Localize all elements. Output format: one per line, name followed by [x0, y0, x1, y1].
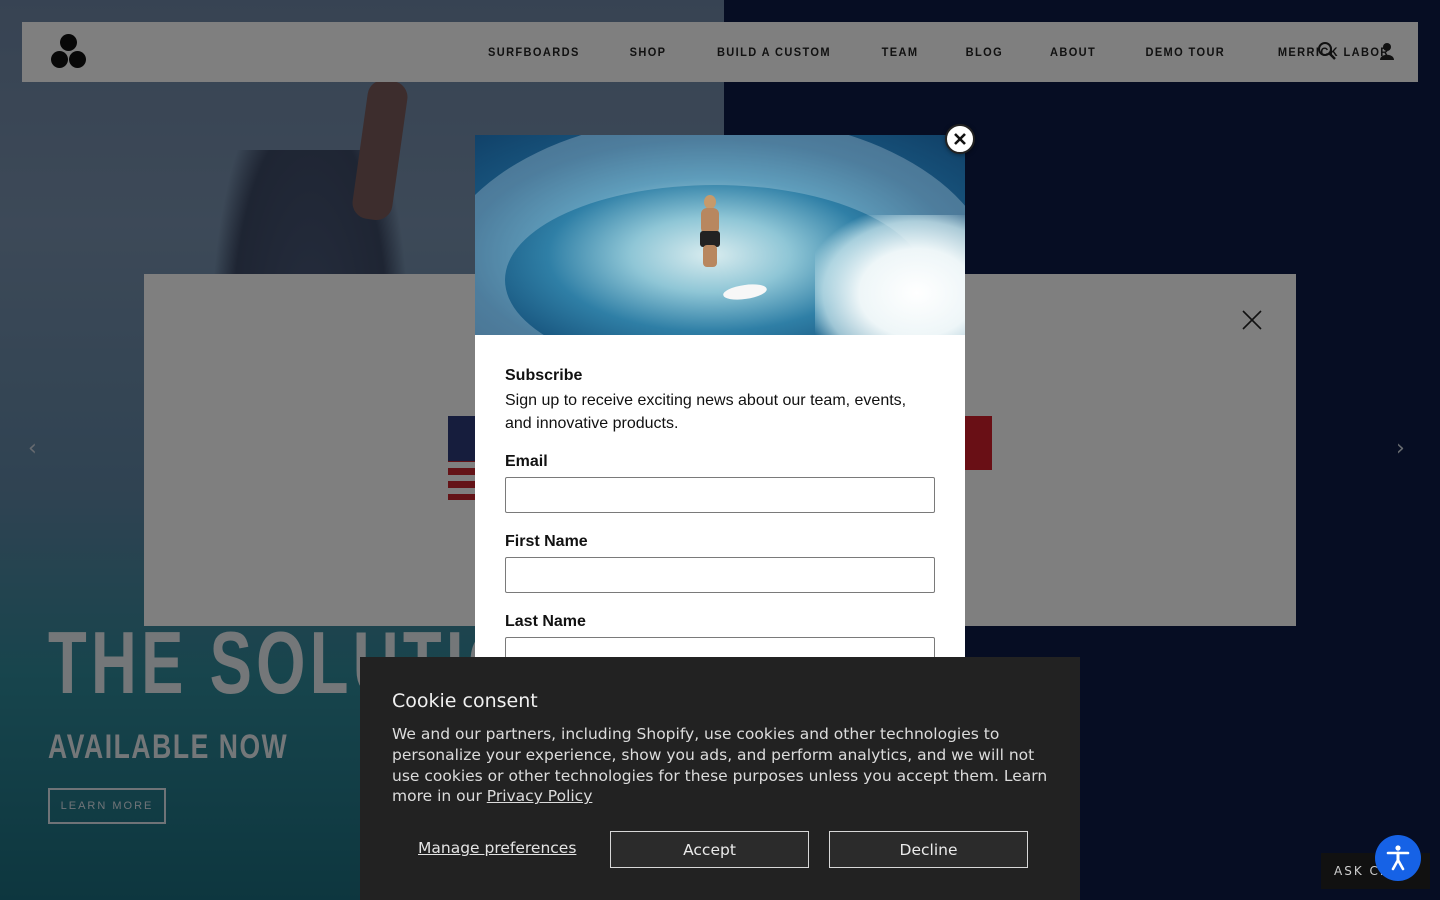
- cookie-title: Cookie consent: [392, 690, 538, 712]
- accept-button[interactable]: Accept: [610, 831, 809, 868]
- subscribe-heading: Subscribe: [505, 367, 583, 384]
- last-name-label: Last Name: [505, 613, 586, 630]
- first-name-label: First Name: [505, 533, 588, 550]
- subscribe-modal: Subscribe Sign up to receive exciting ne…: [475, 135, 965, 657]
- wave-surfer-image: [475, 135, 965, 335]
- cookie-description: We and our partners, including Shopify, …: [392, 724, 1052, 807]
- manage-preferences-link[interactable]: Manage preferences: [418, 839, 576, 857]
- email-label: Email: [505, 453, 548, 470]
- email-field[interactable]: [505, 477, 935, 513]
- subscribe-form: Subscribe Sign up to receive exciting ne…: [505, 367, 935, 657]
- first-name-field[interactable]: [505, 557, 935, 593]
- subscribe-intro: Sign up to receive exciting news about o…: [505, 392, 907, 432]
- close-icon[interactable]: [945, 124, 975, 154]
- decline-button[interactable]: Decline: [829, 831, 1028, 868]
- last-name-field[interactable]: [505, 637, 935, 657]
- privacy-policy-link[interactable]: Privacy Policy: [487, 787, 593, 805]
- accessibility-icon[interactable]: [1375, 835, 1421, 881]
- cookie-consent-banner: Cookie consent We and our partners, incl…: [360, 657, 1080, 900]
- surfer-figure: [697, 195, 723, 275]
